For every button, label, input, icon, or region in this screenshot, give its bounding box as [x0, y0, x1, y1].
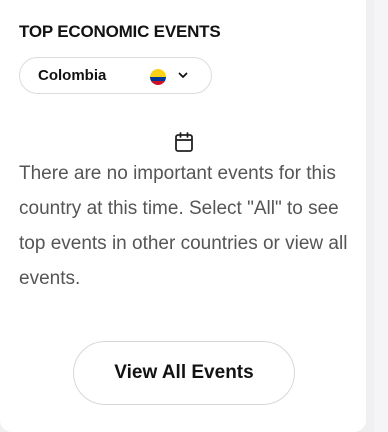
selected-country-label: Colombia — [38, 67, 107, 84]
chevron-down-icon — [178, 72, 188, 78]
country-select[interactable]: Colombia — [19, 57, 212, 94]
widget-title: TOP ECONOMIC EVENTS — [19, 22, 221, 41]
page-edge — [374, 0, 388, 432]
view-all-events-button[interactable]: View All Events — [73, 341, 295, 405]
empty-state-message: There are no important events for this c… — [19, 163, 348, 289]
colombia-flag-icon — [150, 69, 166, 85]
calendar-icon — [175, 132, 193, 152]
